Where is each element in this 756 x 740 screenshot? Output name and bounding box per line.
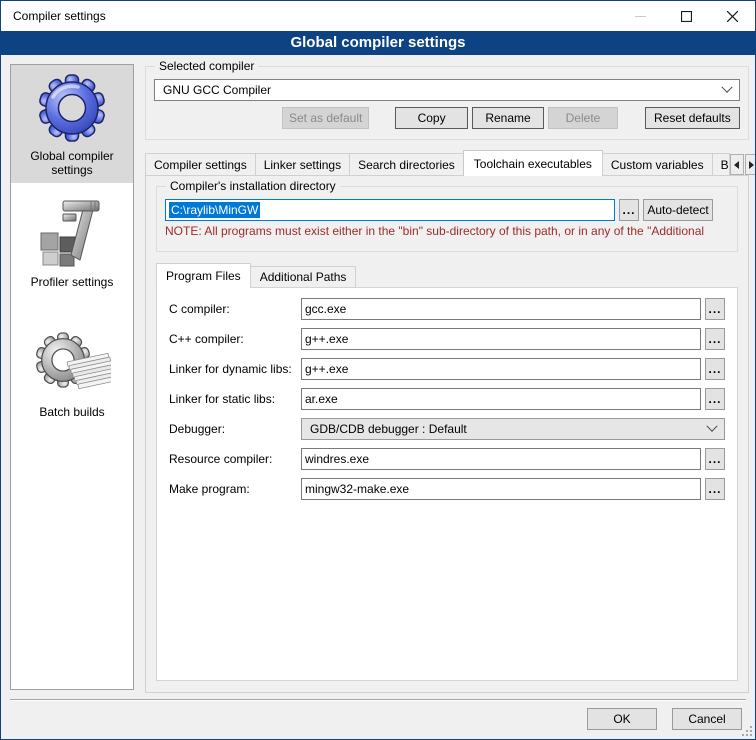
copy-button[interactable]: Copy (395, 107, 467, 129)
set-as-default-button[interactable]: Set as default (282, 107, 369, 129)
resource-compiler-browse-button[interactable]: ... (705, 448, 725, 470)
debugger-value: GDB/CDB debugger : Default (310, 422, 467, 436)
resize-grip[interactable] (742, 726, 752, 736)
static-linker-browse-button[interactable]: ... (705, 388, 725, 410)
resource-compiler-input[interactable]: windres.exe (301, 448, 701, 470)
maximize-button[interactable] (663, 1, 709, 31)
tab-toolchain-executables[interactable]: Toolchain executables (463, 150, 603, 176)
tab-scroll-buttons (729, 154, 756, 175)
tab-custom-variables[interactable]: Custom variables (602, 153, 713, 175)
dynamic-linker-label: Linker for dynamic libs: (169, 362, 301, 376)
tab-compiler-settings[interactable]: Compiler settings (145, 153, 256, 175)
make-program-input[interactable]: mingw32-make.exe (301, 478, 701, 500)
ok-button[interactable]: OK (587, 708, 657, 730)
cpp-compiler-value: g++.exe (305, 332, 348, 346)
compiler-buttons-row: Set as default Copy Rename Delete Reset … (154, 107, 740, 129)
titlebar: Compiler settings (1, 1, 755, 31)
selected-compiler-group-label: Selected compiler (155, 59, 258, 73)
toolchain-executables-panel: Compiler's installation directory C:\ray… (145, 175, 749, 693)
installation-directory-group-label: Compiler's installation directory (166, 179, 340, 193)
tab-additional-paths[interactable]: Additional Paths (250, 266, 357, 287)
maximize-icon (681, 11, 692, 22)
debugger-row: Debugger: GDB/CDB debugger : Default (169, 418, 725, 440)
c-compiler-label: C compiler: (169, 302, 301, 316)
footer-separator (10, 699, 746, 701)
tab-scroll-right-button[interactable] (745, 154, 756, 175)
resource-compiler-value: windres.exe (305, 452, 369, 466)
static-linker-row: Linker for static libs: ar.exe ... (169, 388, 725, 410)
compiler-select[interactable]: GNU GCC Compiler (154, 79, 740, 101)
cpp-compiler-row: C++ compiler: g++.exe ... (169, 328, 725, 350)
sidebar-item-label: Batch builds (39, 405, 104, 419)
sidebar-item-label: Global compiler settings (13, 149, 131, 177)
sidebar-item-global-compiler-settings[interactable]: Global compiler settings (11, 65, 133, 183)
tab-linker-settings[interactable]: Linker settings (255, 153, 350, 175)
cpp-compiler-browse-button[interactable]: ... (705, 328, 725, 350)
gray-gear-stack-icon (33, 326, 111, 402)
close-button[interactable] (709, 1, 755, 31)
make-program-row: Make program: mingw32-make.exe ... (169, 478, 725, 500)
installation-directory-row: C:\raylib\MinGW ... Auto-detect (165, 199, 729, 221)
c-compiler-browse-button[interactable]: ... (705, 298, 725, 320)
arrow-right-icon (749, 161, 754, 169)
minimize-icon (635, 16, 646, 17)
make-program-label: Make program: (169, 482, 301, 496)
chevron-down-icon (706, 421, 717, 432)
caliper-icon (33, 196, 111, 272)
footer-buttons: OK Cancel (587, 708, 742, 730)
tab-program-files[interactable]: Program Files (156, 263, 251, 288)
static-linker-label: Linker for static libs: (169, 392, 301, 406)
debugger-select[interactable]: GDB/CDB debugger : Default (301, 418, 725, 440)
installation-directory-group: Compiler's installation directory C:\ray… (156, 186, 738, 252)
dynamic-linker-browse-button[interactable]: ... (705, 358, 725, 380)
window-title: Compiler settings (1, 9, 106, 23)
installation-note: NOTE: All programs must exist either in … (165, 224, 729, 238)
sidebar-item-label: Profiler settings (31, 275, 114, 289)
tab-scroll-left-button[interactable] (730, 154, 744, 175)
minimize-button[interactable] (617, 1, 663, 31)
settings-tabstrip: Compiler settings Linker settings Search… (145, 149, 749, 175)
reset-defaults-button[interactable]: Reset defaults (645, 107, 740, 129)
tab-search-directories[interactable]: Search directories (349, 153, 464, 175)
selected-compiler-group: Selected compiler GNU GCC Compiler Set a… (145, 66, 749, 140)
cpp-compiler-input[interactable]: g++.exe (301, 328, 701, 350)
c-compiler-input[interactable]: gcc.exe (301, 298, 701, 320)
sidebar-item-profiler-settings[interactable]: Profiler settings (11, 191, 133, 295)
static-linker-input[interactable]: ar.exe (301, 388, 701, 410)
close-icon (727, 11, 738, 22)
main-area: Selected compiler GNU GCC Compiler Set a… (145, 66, 749, 693)
c-compiler-row: C compiler: gcc.exe ... (169, 298, 725, 320)
c-compiler-value: gcc.exe (305, 302, 346, 316)
dynamic-linker-input[interactable]: g++.exe (301, 358, 701, 380)
window-controls (617, 1, 755, 31)
chevron-down-icon (721, 82, 732, 93)
dialog-body: Global compiler settings (1, 55, 755, 739)
auto-detect-button[interactable]: Auto-detect (643, 199, 713, 221)
make-program-browse-button[interactable]: ... (705, 478, 725, 500)
resource-compiler-label: Resource compiler: (169, 452, 301, 466)
installation-directory-input[interactable]: C:\raylib\MinGW (165, 199, 615, 221)
cpp-compiler-label: C++ compiler: (169, 332, 301, 346)
program-files-page: C compiler: gcc.exe ... C++ compiler: g+… (156, 287, 738, 681)
static-linker-value: ar.exe (305, 392, 338, 406)
programs-tabstrip: Program Files Additional Paths (156, 262, 748, 287)
dynamic-linker-row: Linker for dynamic libs: g++.exe ... (169, 358, 725, 380)
rename-button[interactable]: Rename (472, 107, 544, 129)
cancel-button[interactable]: Cancel (672, 708, 742, 730)
installation-directory-value: C:\raylib\MinGW (169, 202, 260, 218)
dynamic-linker-value: g++.exe (305, 362, 348, 376)
tab-build-options[interactable]: Build (712, 153, 730, 175)
installation-directory-browse-button[interactable]: ... (619, 199, 639, 221)
sidebar-item-batch-builds[interactable]: Batch builds (11, 321, 133, 425)
make-program-value: mingw32-make.exe (305, 482, 409, 496)
blue-gear-icon (33, 70, 111, 146)
resource-compiler-row: Resource compiler: windres.exe ... (169, 448, 725, 470)
compiler-select-value: GNU GCC Compiler (163, 83, 271, 97)
debugger-label: Debugger: (169, 422, 301, 436)
compiler-settings-dialog: Compiler settings Global compiler settin… (0, 0, 756, 740)
dialog-header: Global compiler settings (1, 31, 755, 55)
sidebar: Global compiler settings (10, 64, 134, 690)
arrow-left-icon (734, 161, 739, 169)
delete-button[interactable]: Delete (548, 107, 617, 129)
